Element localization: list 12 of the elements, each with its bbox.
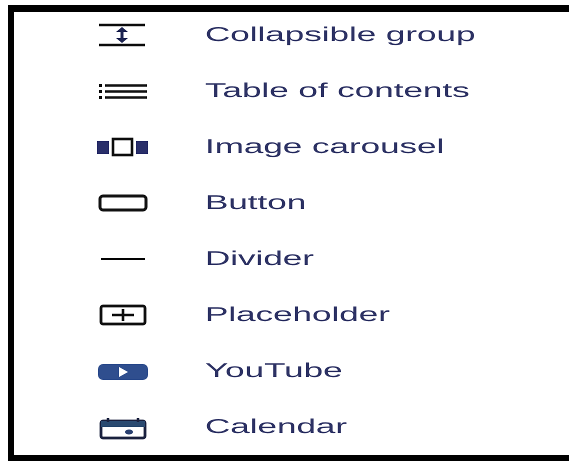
menu-item[interactable]: Button [205,192,306,215]
menu-item[interactable]: Table of contents [205,80,470,103]
carousel-icon [97,135,149,160]
menu-item[interactable]: Collapsible group [205,24,476,46]
menu-item[interactable]: Placeholder [205,304,390,327]
menu-item[interactable]: Calendar [205,416,348,440]
menu-item[interactable]: Divider [205,248,314,271]
menu-item[interactable]: Image carousel [205,136,444,159]
menu-item[interactable]: YouTube [205,360,343,384]
plus-box-icon [97,303,149,328]
line-icon [101,258,145,260]
calendar-icon [97,416,149,440]
